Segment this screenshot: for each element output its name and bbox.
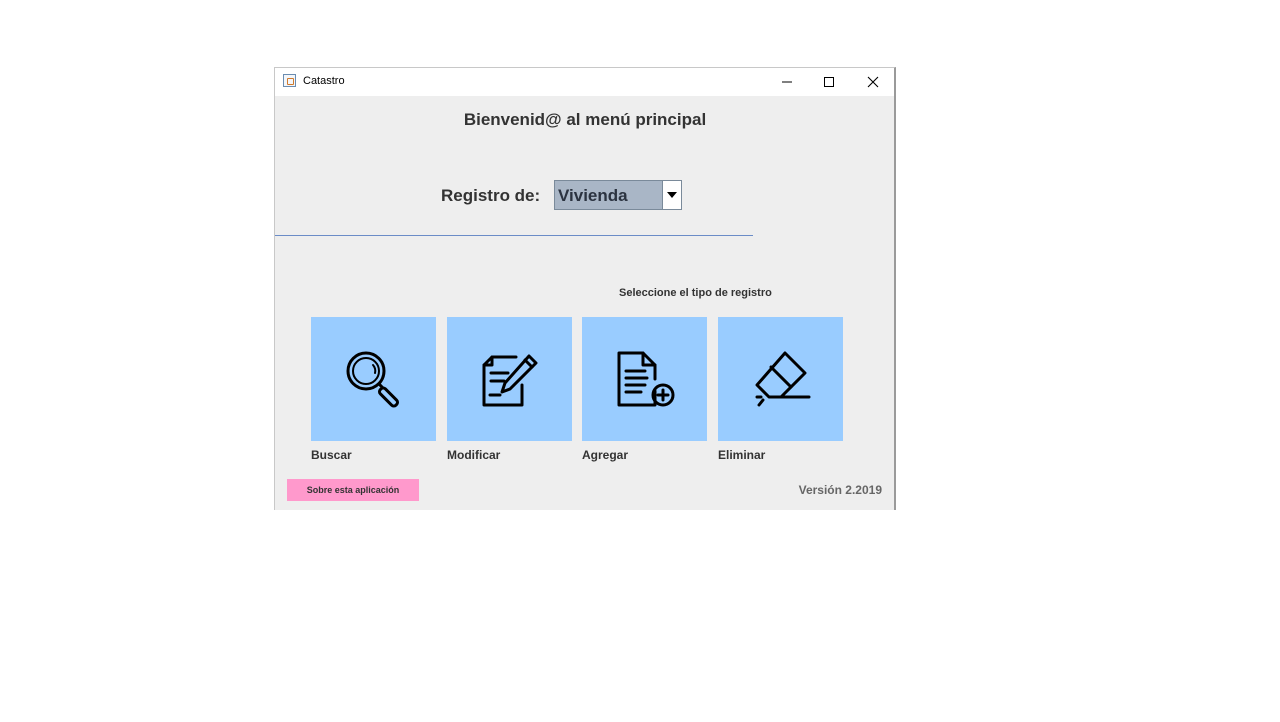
eliminar-label: Eliminar [718,448,766,462]
modificar-button[interactable] [447,317,572,441]
edit-document-icon [482,354,537,407]
maximize-button[interactable] [807,68,851,96]
eliminar-button[interactable] [718,317,843,441]
minimize-icon [782,81,792,83]
version-label: Versión 2.2019 [798,483,882,497]
close-button[interactable] [851,68,895,96]
select-type-hint: Seleccione el tipo de registro [619,287,772,299]
java-app-icon [283,74,296,87]
divider-line [275,235,753,236]
buscar-button[interactable] [311,317,436,441]
app-window: Catastro Bienvenid@ al menú principal Re… [274,67,896,510]
minimize-button[interactable] [765,68,809,96]
chevron-down-icon [667,192,677,198]
agregar-label: Agregar [582,448,629,462]
registro-selected-value: Vivienda [558,186,628,205]
eraser-icon [755,351,810,407]
maximize-icon [824,77,834,87]
buscar-label: Buscar [311,448,352,462]
modificar-label: Modificar [447,448,501,462]
dropdown-arrow-button[interactable] [662,181,681,209]
window-title: Catastro [303,75,345,87]
registro-select[interactable]: Vivienda [554,180,682,210]
title-bar: Catastro [275,68,894,96]
welcome-heading: Bienvenid@ al menú principal [463,110,707,129]
add-document-icon [617,351,674,407]
close-icon [867,76,879,88]
registro-label: Registro de: [441,186,541,205]
about-app-button[interactable]: Sobre esta aplicación [287,479,419,501]
search-icon [346,351,399,408]
agregar-button[interactable] [582,317,707,441]
